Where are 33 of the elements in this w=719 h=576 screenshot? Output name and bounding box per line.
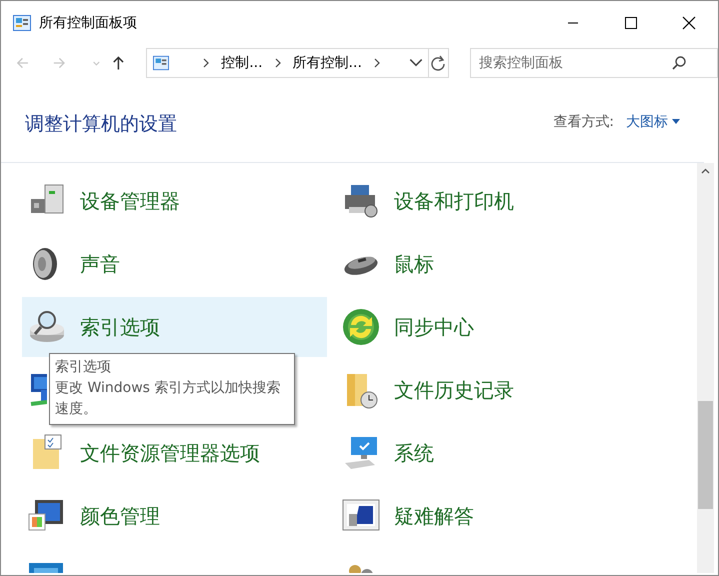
chevron-icon xyxy=(201,58,212,68)
view-dropdown[interactable]: 大图标 xyxy=(626,112,680,130)
breadcrumb[interactable]: 所有控制... xyxy=(292,54,362,72)
chevron-icon xyxy=(272,58,283,68)
caret-icon[interactable] xyxy=(672,119,680,124)
breadcrumb[interactable]: 控制... xyxy=(221,54,263,72)
control-panel-item[interactable]: 文件历史记录 xyxy=(394,376,514,404)
chevron-icon xyxy=(372,58,382,68)
view-label: 查看方式: xyxy=(553,112,614,130)
address-bar[interactable]: 控制... 所有控制... xyxy=(146,48,429,78)
tooltip-title: 索引选项 xyxy=(55,358,112,377)
search-field[interactable]: 搜索控制面板 xyxy=(470,48,718,78)
sync-icon xyxy=(341,307,381,347)
up-arrow-icon[interactable] xyxy=(111,55,126,71)
control-panel-item[interactable]: 同步中心 xyxy=(394,314,474,340)
control-panel-item[interactable]: 疑难解答 xyxy=(394,502,474,530)
page-heading: 调整计算机的设置 xyxy=(25,112,178,136)
control-panel-icon xyxy=(13,15,31,31)
control-panel-item[interactable]: 文件资源管理器选项 xyxy=(80,440,260,466)
control-panel-item[interactable]: 设备管理器 xyxy=(80,188,180,214)
control-panel-item[interactable]: 索引选项 xyxy=(80,314,160,340)
tooltip-text: 更改 Windows 索引方式以加快搜索速度。 xyxy=(55,379,282,419)
scrollbar[interactable] xyxy=(697,163,714,573)
control-panel-item[interactable]: 设备和打印机 xyxy=(394,188,514,214)
scrollbar-thumb[interactable] xyxy=(698,401,713,509)
refresh-icon[interactable] xyxy=(430,55,446,71)
control-panel-item[interactable]: 系统 xyxy=(394,440,434,466)
window-title: 所有控制面板项 xyxy=(39,14,138,32)
control-panel-item[interactable]: 鼠标 xyxy=(394,250,434,278)
search-icon[interactable] xyxy=(670,55,687,71)
control-panel-icon xyxy=(153,55,170,71)
control-panel-item[interactable]: 颜色管理 xyxy=(80,502,160,530)
control-panel-item[interactable]: 声音 xyxy=(80,250,120,278)
